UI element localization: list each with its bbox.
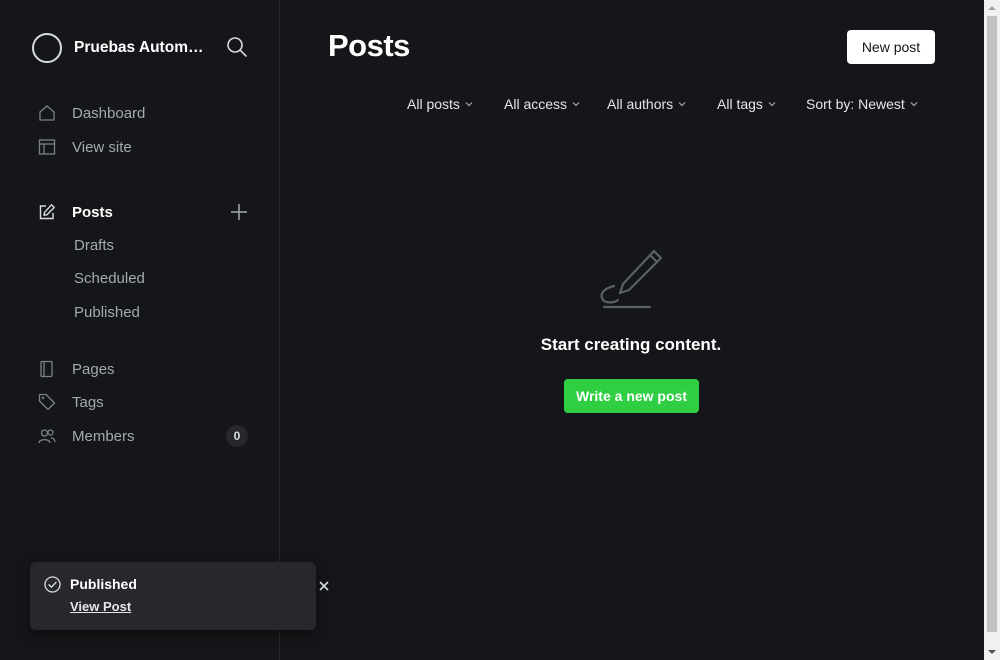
toast-title: Published (70, 576, 137, 592)
filter-all-posts[interactable]: All posts (407, 96, 473, 112)
nav-posts[interactable]: Posts (38, 200, 113, 224)
vertical-scrollbar[interactable] (984, 0, 1000, 660)
chevron-down-icon (678, 102, 686, 107)
site-logo (32, 33, 62, 63)
sort-dropdown[interactable]: Sort by: Newest (806, 96, 918, 112)
nav-published[interactable]: Published (74, 304, 140, 321)
scroll-down-arrow-icon[interactable] (984, 646, 1000, 658)
sort-dropdown-label: Sort by: Newest (806, 96, 905, 112)
chevron-down-icon (910, 102, 918, 107)
nav-drafts[interactable]: Drafts (74, 237, 114, 254)
close-icon[interactable] (314, 576, 334, 596)
chevron-down-icon (572, 102, 580, 107)
add-post-plus-icon[interactable] (229, 202, 249, 222)
document-icon (38, 360, 56, 378)
write-new-post-button[interactable]: Write a new post (564, 379, 699, 413)
filter-all-posts-label: All posts (407, 96, 460, 112)
new-post-button[interactable]: New post (847, 30, 935, 64)
house-icon (38, 104, 56, 122)
filter-all-tags[interactable]: All tags (717, 96, 776, 112)
nav-scheduled[interactable]: Scheduled (74, 270, 145, 287)
layout-icon (38, 138, 56, 156)
check-circle-icon (44, 576, 61, 593)
filter-all-authors-label: All authors (607, 96, 674, 112)
nav-pages[interactable]: Pages (38, 357, 115, 381)
chevron-down-icon (465, 102, 473, 107)
view-post-link[interactable]: View Post (70, 599, 131, 614)
nav-view-site-label: View site (72, 138, 132, 156)
nav-members-label: Members (72, 427, 135, 445)
tag-icon (38, 393, 56, 411)
users-icon (38, 427, 56, 445)
filter-all-access-label: All access (504, 96, 568, 112)
chevron-down-icon (768, 102, 776, 107)
pencil-icon (600, 248, 664, 312)
pencil-square-icon (38, 203, 56, 221)
brand[interactable]: Pruebas Automatizadas (32, 32, 210, 64)
members-count-badge: 0 (226, 425, 248, 447)
published-toast: Published View Post (30, 562, 329, 630)
filter-all-tags-label: All tags (717, 96, 763, 112)
scroll-up-arrow-icon[interactable] (984, 2, 1000, 14)
nav-view-site[interactable]: View site (38, 135, 132, 159)
nav-pages-label: Pages (72, 360, 115, 378)
nav-tags[interactable]: Tags (38, 390, 104, 414)
nav-dashboard-label: Dashboard (72, 104, 146, 122)
scrollbar-thumb[interactable] (987, 16, 997, 632)
empty-state-message: Start creating content. (540, 335, 722, 354)
filter-all-access[interactable]: All access (504, 96, 580, 112)
site-name: Pruebas Automatizadas (74, 39, 210, 56)
nav-members[interactable]: Members (38, 424, 135, 448)
search-icon[interactable] (226, 36, 248, 58)
sidebar: Pruebas Automatizadas Dashboard View sit… (0, 0, 280, 660)
filter-all-authors[interactable]: All authors (607, 96, 686, 112)
nav-posts-label: Posts (72, 203, 113, 221)
page-title: Posts (328, 28, 410, 63)
nav-tags-label: Tags (72, 393, 104, 411)
nav-dashboard[interactable]: Dashboard (38, 101, 145, 125)
